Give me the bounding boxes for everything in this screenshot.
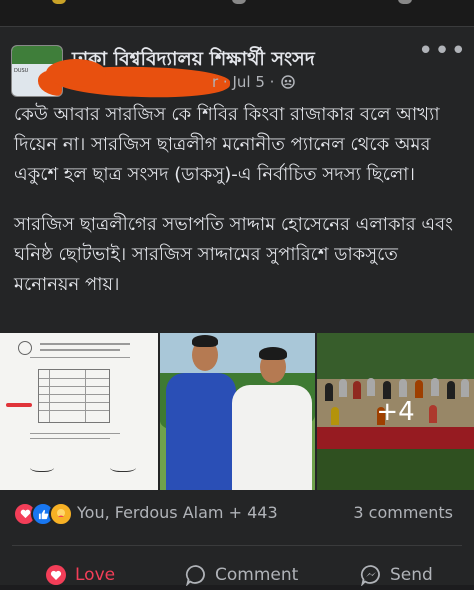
- comment-button[interactable]: Comment: [185, 560, 298, 590]
- more-options-icon[interactable]: •••: [418, 38, 467, 64]
- love-button[interactable]: Love: [45, 560, 115, 590]
- love-label: Love: [75, 565, 116, 585]
- photo-group-stage[interactable]: +4: [317, 333, 474, 490]
- reactions-bar[interactable]: You, Ferdous Alam + 443 3 comments: [13, 502, 453, 526]
- post-paragraph: সারজিস ছাত্রলীগের সভাপতি সাদ্দাম হোসেনের…: [14, 214, 453, 295]
- red-highlight-mark: [6, 403, 32, 407]
- prev-icon: [232, 0, 246, 4]
- privacy-group-icon: [281, 75, 295, 89]
- post-paragraph: কেউ আবার সারজিস কে শিবির কিংবা রাজাকার ব…: [14, 104, 440, 185]
- care-reaction-icon: [49, 502, 73, 526]
- send-button[interactable]: Send: [360, 560, 433, 590]
- comment-icon: [185, 564, 207, 586]
- divider: [12, 545, 462, 546]
- action-bar: Love Comment Send: [0, 560, 474, 590]
- comments-count[interactable]: 3 comments: [353, 503, 453, 522]
- love-icon: [45, 564, 67, 586]
- messenger-icon: [360, 564, 382, 586]
- photo-document[interactable]: [0, 333, 158, 490]
- top-strip: [0, 0, 474, 26]
- post-text: কেউ আবার সারজিস কে শিবির কিংবা রাজাকার ব…: [14, 100, 466, 300]
- comment-label: Comment: [215, 565, 299, 585]
- reaction-names[interactable]: You, Ferdous Alam + 443: [77, 503, 278, 522]
- prev-icon: [398, 0, 412, 4]
- author-redaction: [46, 59, 106, 87]
- prev-reaction-icon: [52, 0, 66, 4]
- post-meta: r · Jul 5 ·: [46, 59, 332, 101]
- more-photos-overlay[interactable]: +4: [317, 333, 474, 490]
- send-label: Send: [390, 565, 433, 585]
- post-card: DUSU ঢাকা বিশ্ববিদ্যালয় শিক্ষার্থী সংসদ…: [0, 26, 474, 586]
- photo-two-men[interactable]: [160, 333, 315, 490]
- photo-grid: +4: [0, 333, 474, 490]
- post-time[interactable]: r · Jul 5 ·: [212, 73, 295, 91]
